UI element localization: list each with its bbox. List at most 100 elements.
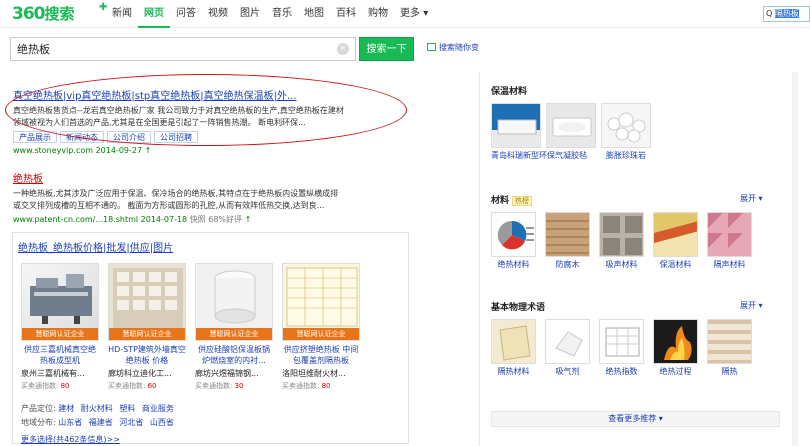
product-card[interactable]: 慧聪网认证企业 供应挤塑绝热板 中间包覆盖剂隔热板 洛阳坦维耐火材... 买卖通… (282, 263, 360, 391)
item-label[interactable]: 隔声材料 (707, 260, 752, 270)
item-image[interactable] (707, 319, 752, 364)
item-image[interactable] (545, 319, 590, 364)
product-image[interactable]: 慧聪网认证企业 (195, 263, 273, 341)
tab-music[interactable]: 音乐 (266, 0, 298, 28)
term-item[interactable]: 绝热过程 (653, 319, 698, 377)
category-link[interactable]: 商业服务 (142, 404, 174, 413)
term-item[interactable]: 隔热材料 (491, 319, 536, 377)
item-label[interactable]: 吸气剂 (545, 367, 590, 377)
item-label[interactable]: 隔热材料 (491, 367, 536, 377)
insulation-item[interactable]: 膨胀珍珠岩 (601, 103, 651, 161)
product-image[interactable]: 慧聪网认证企业 (21, 263, 99, 341)
expand-physics-terms[interactable]: 展开 ▾ (740, 300, 763, 311)
material-item[interactable]: 隔声材料 (707, 212, 752, 270)
item-label[interactable]: 隔热 (707, 367, 752, 377)
tab-map[interactable]: 地图 (298, 0, 330, 28)
item-label[interactable]: 绝热指数 (599, 367, 644, 377)
follow-link[interactable]: 搜索随你变 (427, 42, 479, 53)
term-item[interactable]: 吸气剂 (545, 319, 590, 377)
item-image[interactable] (601, 103, 651, 148)
insulation-item[interactable]: 青岛科瑞新型环保... (491, 103, 563, 161)
more-choices-link[interactable]: 更多选择(共462条信息)>> (21, 434, 120, 445)
insulation-item[interactable]: 气凝胶毡 (546, 103, 596, 161)
trade-index: 买卖通指数: 30 (195, 381, 273, 391)
item-label[interactable]: 吸声材料 (599, 260, 644, 270)
company-name[interactable]: 廊坊兴煜福锦钢... (195, 368, 273, 379)
item-image-art (708, 213, 743, 248)
company-name[interactable]: 廊坊科立迪化工... (108, 368, 186, 379)
tab-video[interactable]: 视频 (202, 0, 234, 28)
item-label[interactable]: 膨胀珍珠岩 (601, 151, 651, 161)
result-1-title[interactable]: 真空绝热板|vip真空绝热板|stp真空绝热板|真空绝热保温板|外... (13, 87, 403, 102)
product-caption[interactable]: HD-STP建筑外墙真空绝热板 价格 (108, 344, 186, 366)
tab-news[interactable]: 新闻 (106, 0, 138, 28)
product-card[interactable]: 慧聪网认证企业 供应硅酸铝保温板锅炉燃烧室的内衬... 廊坊兴煜福锦钢... 买… (195, 263, 273, 391)
category-link[interactable]: 建材 (58, 404, 74, 413)
item-label[interactable]: 防腐木 (545, 260, 590, 270)
item-image[interactable] (546, 103, 596, 148)
sitelink-jobs[interactable]: 公司招聘 (154, 131, 198, 143)
material-item[interactable]: 吸声材料 (599, 212, 644, 270)
result-2-url-text[interactable]: www.patent-cn.com/...18.shtml 2014-07-18 (13, 215, 187, 224)
rating-link[interactable]: 68%好评 (208, 215, 242, 224)
item-image[interactable] (653, 319, 698, 364)
region-link[interactable]: 山西省 (150, 418, 174, 427)
region-link[interactable]: 福建省 (89, 418, 113, 427)
item-image[interactable] (599, 212, 644, 257)
item-image[interactable] (545, 212, 590, 257)
tab-images[interactable]: 图片 (234, 0, 266, 28)
region-link[interactable]: 河北省 (119, 418, 143, 427)
item-label[interactable]: 绝热材料 (491, 260, 536, 270)
top-right-search[interactable]: Q 隔热板 (763, 6, 810, 22)
clear-icon[interactable]: ✕ (337, 43, 349, 55)
tab-wiki[interactable]: 百科 (330, 0, 362, 28)
material-item[interactable]: 保温材料 (653, 212, 698, 270)
item-label[interactable]: 气凝胶毡 (546, 151, 596, 161)
product-image[interactable]: 慧聪网认证企业 (282, 263, 360, 341)
item-label[interactable]: 绝热过程 (653, 367, 698, 377)
sitelink-news[interactable]: 新闻动态 (60, 131, 104, 143)
expand-materials[interactable]: 展开 ▾ (740, 193, 763, 204)
result-1-url[interactable]: www.stoneyvip.com 2014-09-27 ↑ (13, 146, 403, 155)
tab-more[interactable]: 更多 ▾ (394, 0, 434, 28)
product-caption[interactable]: 供应硅酸铝保温板锅炉燃烧室的内衬... (195, 344, 273, 366)
item-label[interactable]: 保温材料 (653, 260, 698, 270)
expand-physics-terms-label: 展开 (740, 301, 756, 310)
sitelink-about[interactable]: 公司介绍 (107, 131, 151, 143)
product-card[interactable]: 慧聪网认证企业 供应三嘉机械真空绝热板成型机 泉州三嘉机械有... 买卖通指数:… (21, 263, 99, 391)
category-link[interactable]: 塑料 (119, 404, 135, 413)
item-image[interactable] (491, 319, 536, 364)
trade-index-label: 买卖通指数: (195, 382, 233, 390)
item-image[interactable] (491, 212, 536, 257)
logo[interactable]: 360搜索 ✚ (12, 2, 107, 25)
item-image[interactable] (599, 319, 644, 364)
company-name[interactable]: 泉州三嘉机械有... (21, 368, 99, 379)
product-caption[interactable]: 供应挤塑绝热板 中间包覆盖剂隔热板 (282, 344, 360, 366)
company-name[interactable]: 洛阳坦维耐火材... (282, 368, 360, 379)
term-item[interactable]: 隔热 (707, 319, 752, 377)
item-image[interactable] (653, 212, 698, 257)
trade-index: 买卖通指数: 80 (282, 381, 360, 391)
search-button[interactable]: 搜索一下 (359, 37, 414, 61)
category-link[interactable]: 耐火材料 (81, 404, 113, 413)
image-box-title[interactable]: 绝热板_绝热板价格|批发|供应|图片 (18, 239, 173, 254)
product-caption[interactable]: 供应三嘉机械真空绝热板成型机 (21, 344, 99, 366)
result-2-title[interactable]: 绝热板 (13, 170, 403, 185)
see-more-recommendations[interactable]: 查看更多推荐 ▾ (491, 411, 780, 427)
search-input[interactable] (11, 38, 311, 60)
material-item[interactable]: 绝热材料 (491, 212, 536, 270)
term-item[interactable]: 绝热指数 (599, 319, 644, 377)
item-image[interactable] (491, 103, 541, 148)
region-link[interactable]: 山东省 (58, 418, 82, 427)
product-card[interactable]: 慧聪网认证企业 HD-STP建筑外墙真空绝热板 价格 廊坊科立迪化工... 买卖… (108, 263, 186, 391)
tab-qa[interactable]: 问答 (170, 0, 202, 28)
snapshot-link[interactable]: 快照 (190, 215, 206, 224)
tab-web[interactable]: 网页 (138, 0, 170, 28)
material-item[interactable]: 防腐木 (545, 212, 590, 270)
product-image[interactable]: 慧聪网认证企业 (108, 263, 186, 341)
item-label[interactable]: 青岛科瑞新型环保... (491, 151, 563, 161)
scrollbar[interactable] (792, 72, 798, 446)
tab-shopping[interactable]: 购物 (362, 0, 394, 28)
sitelink-products[interactable]: 产品展示 (13, 131, 57, 143)
item-image[interactable] (707, 212, 752, 257)
